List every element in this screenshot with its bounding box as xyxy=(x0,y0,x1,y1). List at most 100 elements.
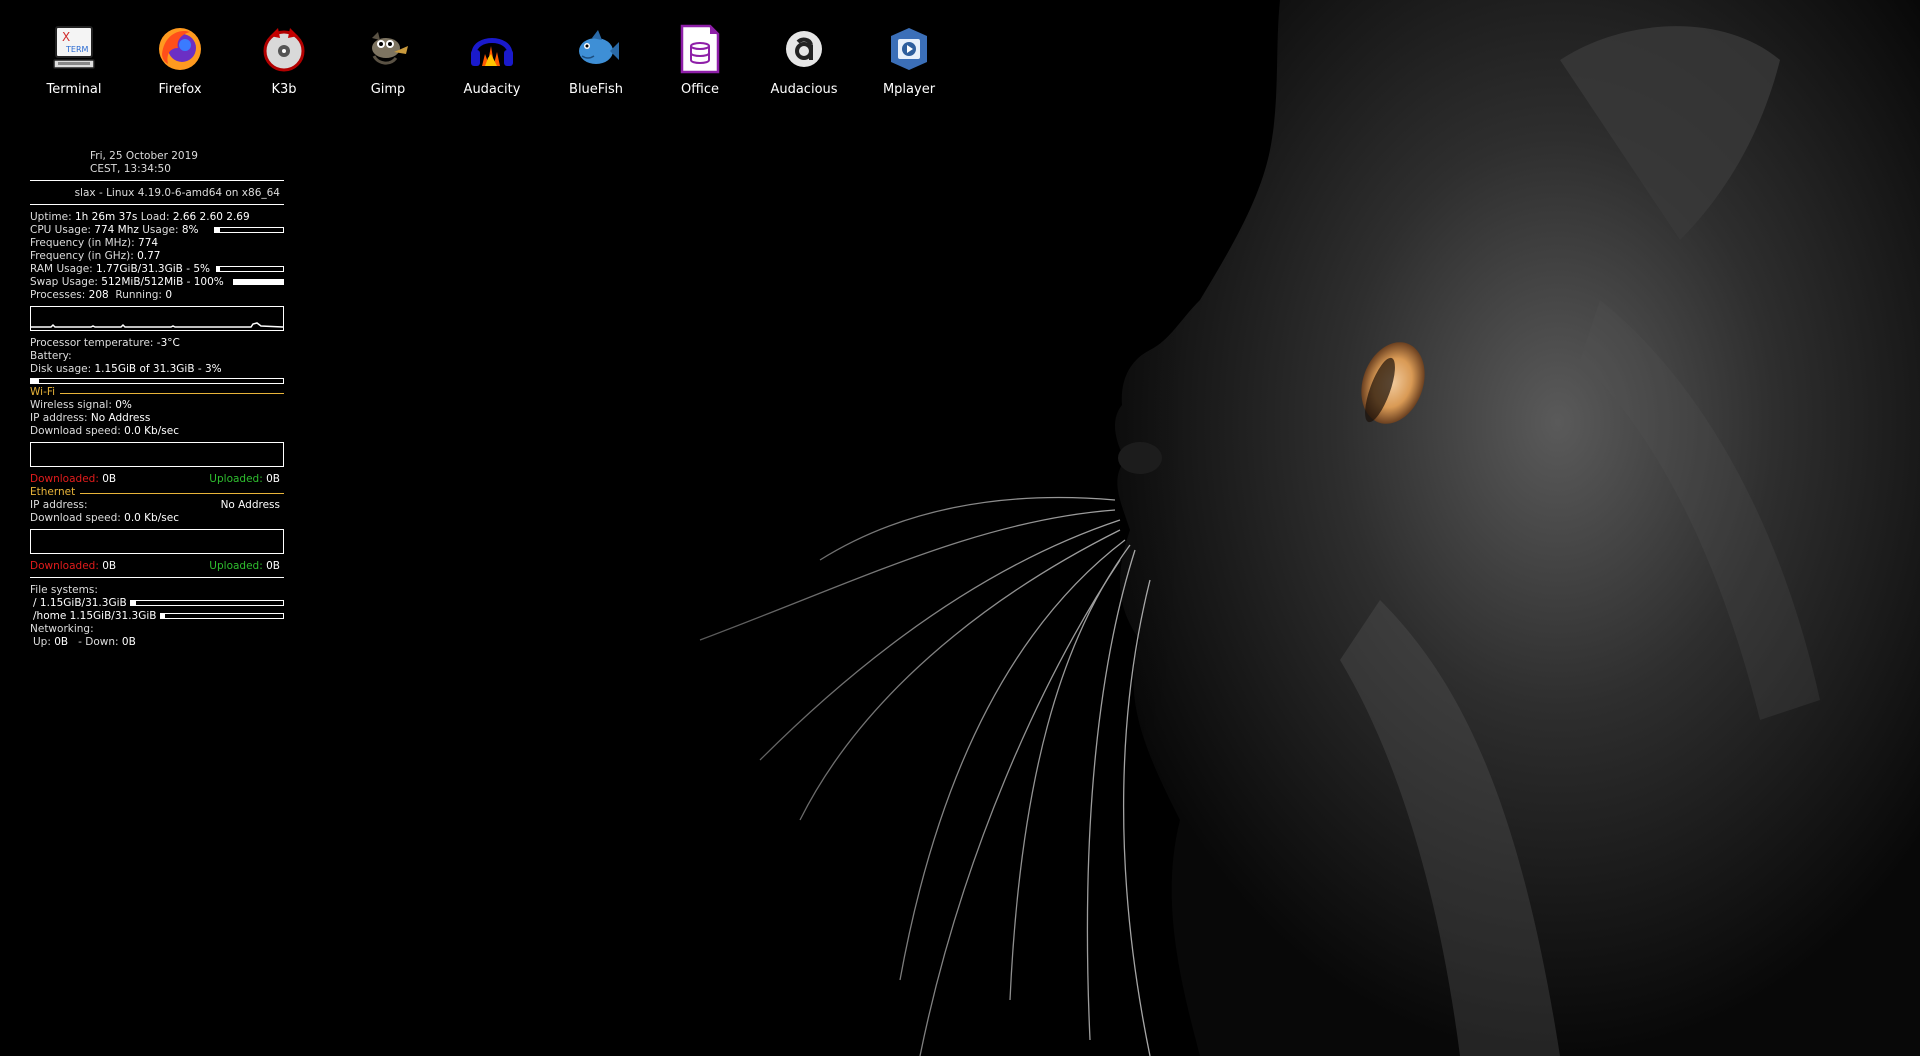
desktop-icon-label: Audacity xyxy=(463,82,521,97)
divider xyxy=(30,577,284,578)
disk-row: Disk usage: 1.15GiB of 31.3GiB - 3% xyxy=(30,363,284,376)
ethernet-section-header: Ethernet xyxy=(30,486,284,499)
eth-downloaded-value: 0B xyxy=(102,560,117,572)
net-label: Networking: xyxy=(30,623,94,635)
eth-title: Ethernet xyxy=(30,486,76,498)
wifi-uploaded: Uploaded: 0B xyxy=(209,473,280,486)
processes-row: Processes: 208 Running: 0 xyxy=(30,289,284,302)
eth-ip-value: No Address xyxy=(220,499,280,511)
bar-fill xyxy=(234,280,283,284)
uptime-label: Uptime: xyxy=(30,211,72,223)
audacity-icon xyxy=(471,38,513,66)
wifi-uploaded-label: Uploaded: xyxy=(209,473,263,485)
wifi-ip-value: No Address xyxy=(90,412,151,424)
audacious-icon xyxy=(786,31,822,67)
cpu-row: CPU Usage: 774 Mhz Usage: 8% xyxy=(30,224,284,237)
cpu-usage-bar xyxy=(214,227,284,233)
mplayer-icon xyxy=(891,28,927,70)
wifi-ip-label: IP address: xyxy=(30,412,88,424)
processes-label: Processes: xyxy=(30,289,86,301)
net-up-value: 0B xyxy=(54,636,69,648)
disk-label: Disk usage: xyxy=(30,363,92,375)
desktop-icon-office[interactable]: Office xyxy=(648,24,752,97)
conky-system-monitor: Fri, 25 October 2019 CEST, 13:34:50 slax… xyxy=(30,150,284,649)
divider xyxy=(30,180,284,181)
fs-root-label: / xyxy=(33,597,37,609)
disk-usage-bar xyxy=(30,378,284,384)
wifi-downloaded-value: 0B xyxy=(102,473,117,485)
desktop-icon-audacious[interactable]: Audacious xyxy=(752,24,856,97)
cpu-graph-line xyxy=(31,322,283,328)
load-label: Load: xyxy=(140,211,170,223)
net-down-label: - Down: xyxy=(78,636,119,648)
system-info-line: slax - Linux 4.19.0-6-amd64 on x86_64 xyxy=(74,187,280,199)
bar-fill xyxy=(31,379,39,383)
wifi-downloaded-label: Downloaded: xyxy=(30,473,99,485)
desktop-icon-terminal[interactable]: X TERM Terminal xyxy=(22,24,126,97)
wireless-label: Wireless signal: xyxy=(30,399,112,411)
desktop-icon-audacity[interactable]: Audacity xyxy=(440,24,544,97)
desktop-icon-label: Gimp xyxy=(370,82,406,97)
networking-row: Up: 0B - Down: 0B xyxy=(30,636,284,649)
freq-ghz-row: Frequency (in GHz): 0.77 xyxy=(30,250,284,263)
swap-label: Swap Usage: xyxy=(30,276,98,288)
desktop-icon-k3b[interactable]: K3b xyxy=(232,24,336,97)
wifi-title: Wi-Fi xyxy=(30,386,56,398)
swap-usage-bar xyxy=(233,279,284,285)
eth-uploaded-value: 0B xyxy=(266,560,280,572)
load-value: 2.66 2.60 2.69 xyxy=(172,211,250,223)
ram-label: RAM Usage: xyxy=(30,263,93,275)
desktop-icon-label: Firefox xyxy=(158,82,202,97)
time-line: CEST, 13:34:50 xyxy=(90,163,171,175)
wifi-uploaded-value: 0B xyxy=(266,473,280,485)
wifi-header-line xyxy=(60,393,284,394)
fs-label: File systems: xyxy=(30,584,98,596)
bar-fill xyxy=(161,614,165,618)
wifi-section-header: Wi-Fi xyxy=(30,386,284,399)
wifi-download-speed-row: Download speed: 0.0 Kb/sec xyxy=(30,425,284,438)
uptime-value: 1h 26m 37s xyxy=(74,211,138,223)
net-down-value: 0B xyxy=(121,636,136,648)
cpu-usage-label: Usage: xyxy=(142,224,179,236)
fs-home-value: 1.15GiB/31.3GiB xyxy=(69,610,157,622)
fs-root-bar xyxy=(130,600,284,606)
ram-value: 1.77GiB/31.3GiB - 5% xyxy=(96,263,210,275)
desktop-icon-label: Mplayer xyxy=(882,82,936,97)
eth-uploaded: Uploaded: 0B xyxy=(209,560,280,573)
ram-row: RAM Usage: 1.77GiB/31.3GiB - 5% xyxy=(30,263,284,276)
xterm-icon: X TERM xyxy=(53,26,95,69)
divider xyxy=(30,204,284,205)
desktop-icon-bluefish[interactable]: BlueFish xyxy=(544,24,648,97)
freq-ghz-value: 0.77 xyxy=(137,250,161,262)
desktop-icon-mplayer[interactable]: Mplayer xyxy=(857,24,961,97)
disk-bar-row xyxy=(30,376,284,386)
desktop-icon-label: K3b xyxy=(271,82,297,97)
eth-header-line xyxy=(80,493,284,494)
bluefish-icon xyxy=(579,30,619,64)
temp-label: Processor temperature: xyxy=(30,337,154,349)
running-value: 0 xyxy=(165,289,172,301)
cpu-graph xyxy=(30,306,284,331)
battery-row: Battery: xyxy=(30,350,284,363)
fs-home-row: /home 1.15GiB/31.3GiB xyxy=(30,610,284,623)
date-time-block: Fri, 25 October 2019 CEST, 13:34:50 xyxy=(30,150,284,176)
eth-download-speed-row: Download speed: 0.0 Kb/sec xyxy=(30,512,284,525)
freq-mhz-row: Frequency (in MHz): 774 xyxy=(30,237,284,250)
freq-mhz-label: Frequency (in MHz): xyxy=(30,237,135,249)
eth-ip-row: IP address: No Address xyxy=(30,499,284,512)
wifi-traffic-row: Downloaded: 0B Uploaded: 0B xyxy=(30,473,284,486)
eth-dl-label: Download speed: xyxy=(30,512,121,524)
cat-wallpaper xyxy=(0,0,1920,1056)
freq-mhz-value: 774 xyxy=(138,237,159,249)
firefox-icon xyxy=(159,28,201,70)
desktop-icon-gimp[interactable]: Gimp xyxy=(336,24,440,97)
running-label: Running: xyxy=(115,289,162,301)
k3b-icon xyxy=(263,28,305,72)
desktop-icon-label: Office xyxy=(681,82,719,97)
bar-fill xyxy=(215,228,221,232)
desktop-icon-firefox[interactable]: Firefox xyxy=(128,24,232,97)
temp-value: -3°C xyxy=(156,337,180,349)
cpu-usage-value: 8% xyxy=(181,224,199,236)
swap-row: Swap Usage: 512MiB/512MiB - 100% xyxy=(30,276,284,289)
eth-dl-value: 0.0 Kb/sec xyxy=(124,512,179,524)
